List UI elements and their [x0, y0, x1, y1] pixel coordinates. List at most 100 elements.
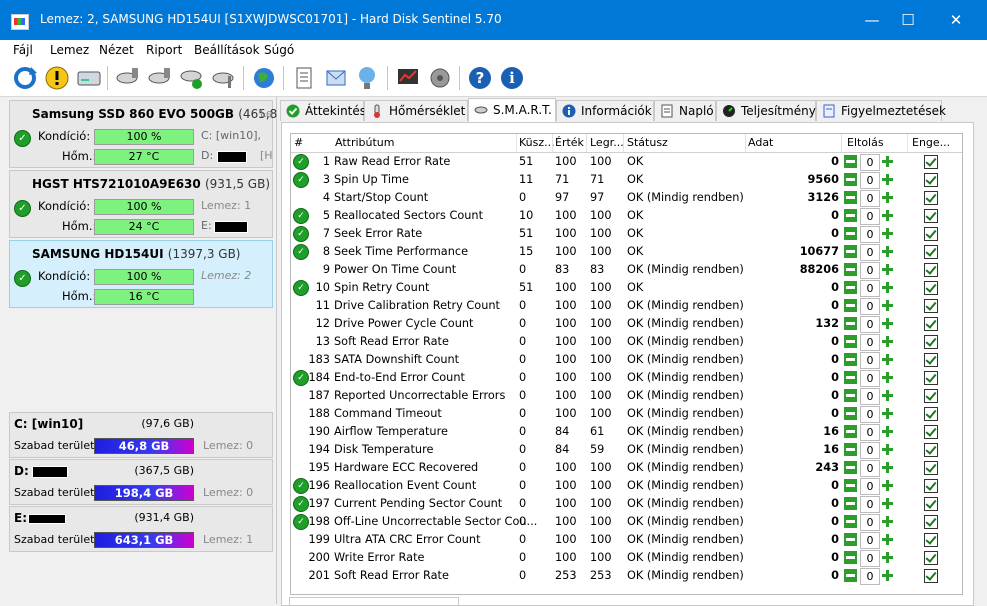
col-threshold[interactable]: Küsz...	[519, 136, 555, 149]
enable-checkbox[interactable]	[924, 407, 938, 421]
menu-riport[interactable]: Riport	[146, 43, 182, 57]
col-enable[interactable]: Enge...	[912, 136, 950, 149]
col-num[interactable]: #	[294, 136, 303, 149]
offset-value[interactable]: 0	[860, 442, 880, 459]
offset-decrease-button[interactable]	[844, 227, 857, 240]
table-row[interactable]: ✓ 5 Reallocated Sectors Count 10 100 100 OK 0 0	[291, 207, 962, 225]
menu-sugo[interactable]: Súgó	[264, 43, 294, 57]
col-attr[interactable]: Attribútum	[335, 136, 395, 149]
offset-value[interactable]: 0	[860, 478, 880, 495]
table-row[interactable]: 4 Start/Stop Count 0 97 97 OK (Mindig rendben…	[291, 189, 962, 207]
offset-increase-button[interactable]	[881, 299, 894, 312]
offset-decrease-button[interactable]	[844, 569, 857, 582]
send-icon[interactable]	[322, 64, 350, 92]
offset-decrease-button[interactable]	[844, 335, 857, 348]
offset-value[interactable]: 0	[860, 532, 880, 549]
table-row[interactable]: ✓ 1 Raw Read Error Rate 51 100 100 OK 0 0	[291, 153, 962, 171]
enable-checkbox[interactable]	[924, 263, 938, 277]
table-row[interactable]: 194 Disk Temperature 0 84 59 OK (Mindig rendb…	[291, 441, 962, 459]
menu-beallitasok[interactable]: Beállítások	[194, 43, 260, 57]
table-row[interactable]: ✓ 184 End-to-End Error Count 0 100 100 OK (Min…	[291, 369, 962, 387]
enable-checkbox[interactable]	[924, 425, 938, 439]
network-icon[interactable]	[354, 64, 382, 92]
enable-checkbox[interactable]	[924, 191, 938, 205]
stats-icon[interactable]	[394, 64, 422, 92]
offset-value[interactable]: 0	[860, 568, 880, 585]
tab-attekintes[interactable]: Áttekintés	[280, 100, 366, 121]
disk-surface-icon[interactable]	[146, 64, 174, 92]
enable-checkbox[interactable]	[924, 479, 938, 493]
offset-decrease-button[interactable]	[844, 425, 857, 438]
offset-increase-button[interactable]	[881, 371, 894, 384]
offset-value[interactable]: 0	[860, 280, 880, 297]
help-icon[interactable]: ?	[466, 64, 494, 92]
offset-increase-button[interactable]	[881, 317, 894, 330]
offset-decrease-button[interactable]	[844, 443, 857, 456]
offset-value[interactable]: 0	[860, 154, 880, 171]
table-row[interactable]: 199 Ultra ATA CRC Error Count 0 100 100 OK (M…	[291, 531, 962, 549]
offset-increase-button[interactable]	[881, 155, 894, 168]
offset-decrease-button[interactable]	[844, 407, 857, 420]
enable-checkbox[interactable]	[924, 299, 938, 313]
offset-increase-button[interactable]	[881, 497, 894, 510]
disk-card[interactable]: Samsung SSD 860 EVO 500GB (465,8 GB) Le …	[9, 100, 303, 168]
offset-value[interactable]: 0	[860, 514, 880, 531]
disk-tool-icon[interactable]	[210, 64, 238, 92]
offset-increase-button[interactable]	[881, 173, 894, 186]
menu-nezet[interactable]: Nézet	[99, 43, 134, 57]
offset-value[interactable]: 0	[860, 316, 880, 333]
offset-increase-button[interactable]	[881, 461, 894, 474]
offset-decrease-button[interactable]	[844, 173, 857, 186]
enable-checkbox[interactable]	[924, 497, 938, 511]
table-row[interactable]: ✓ 3 Spin Up Time 11 71 71 OK 9560 0	[291, 171, 962, 189]
offset-decrease-button[interactable]	[844, 479, 857, 492]
offset-value[interactable]: 0	[860, 172, 880, 189]
offset-decrease-button[interactable]	[844, 533, 857, 546]
report-icon[interactable]	[290, 64, 318, 92]
volume-card[interactable]: E: (931,4 GB) Szabad terület 643,1 GB Le…	[9, 506, 273, 552]
tab-figyelmeztetesek[interactable]: Figyelmeztetések	[816, 100, 946, 121]
close-button[interactable]: ✕	[933, 0, 979, 40]
table-row[interactable]: ✓ 198 Off-Line Uncorrectable Sector Cou...…	[291, 513, 962, 531]
col-worst[interactable]: Legr...	[590, 136, 624, 149]
table-row[interactable]: 200 Write Error Rate 0 100 100 OK (Mindig ren…	[291, 549, 962, 567]
offset-decrease-button[interactable]	[844, 461, 857, 474]
drive-icon[interactable]	[75, 64, 103, 92]
table-row[interactable]: 187 Reported Uncorrectable Errors 0 100 100 O…	[291, 387, 962, 405]
table-row[interactable]: 13 Soft Read Error Rate 0 100 100 OK (Mindig …	[291, 333, 962, 351]
offset-value[interactable]: 0	[860, 370, 880, 387]
offset-value[interactable]: 0	[860, 190, 880, 207]
enable-checkbox[interactable]	[924, 155, 938, 169]
offset-increase-button[interactable]	[881, 353, 894, 366]
offset-increase-button[interactable]	[881, 191, 894, 204]
offset-decrease-button[interactable]	[844, 281, 857, 294]
table-row[interactable]: 12 Drive Power Cycle Count 0 100 100 OK (Mind…	[291, 315, 962, 333]
disk-card-selected[interactable]: SAMSUNG HD154UI (1397,3 GB) ✓ Kondíció: …	[9, 240, 273, 308]
enable-checkbox[interactable]	[924, 371, 938, 385]
offset-decrease-button[interactable]	[844, 389, 857, 402]
globe-icon[interactable]	[250, 64, 278, 92]
offset-value[interactable]: 0	[860, 460, 880, 477]
disk-ok-icon[interactable]	[178, 64, 206, 92]
enable-checkbox[interactable]	[924, 209, 938, 223]
offset-decrease-button[interactable]	[844, 497, 857, 510]
enable-checkbox[interactable]	[924, 533, 938, 547]
enable-checkbox[interactable]	[924, 281, 938, 295]
disk-test-icon[interactable]	[114, 64, 142, 92]
offset-increase-button[interactable]	[881, 263, 894, 276]
offset-increase-button[interactable]	[881, 425, 894, 438]
offset-decrease-button[interactable]	[844, 353, 857, 366]
offset-value[interactable]: 0	[860, 388, 880, 405]
offset-decrease-button[interactable]	[844, 191, 857, 204]
tab-naplo[interactable]: Napló	[654, 100, 716, 121]
volume-card[interactable]: D: (367,5 GB) Szabad terület 198,4 GB Le…	[9, 459, 273, 505]
offset-increase-button[interactable]	[881, 209, 894, 222]
enable-checkbox[interactable]	[924, 173, 938, 187]
tab-informaciok[interactable]: Információk	[556, 100, 654, 121]
table-row[interactable]: 195 Hardware ECC Recovered 0 100 100 OK (Mind…	[291, 459, 962, 477]
tab-smart[interactable]: S.M.A.R.T.	[468, 98, 556, 123]
enable-checkbox[interactable]	[924, 551, 938, 565]
enable-checkbox[interactable]	[924, 353, 938, 367]
offset-increase-button[interactable]	[881, 479, 894, 492]
enable-checkbox[interactable]	[924, 227, 938, 241]
